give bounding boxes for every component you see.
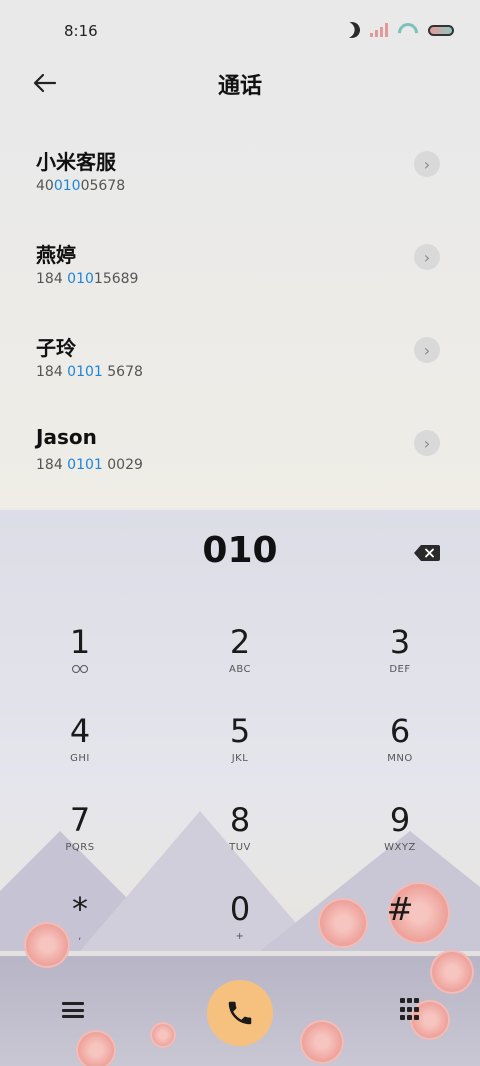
key-3[interactable]: 3 DEF [340, 622, 460, 702]
key-9[interactable]: 9 WXYZ [340, 800, 460, 880]
key-star[interactable]: * , [20, 889, 140, 969]
contact-detail-button[interactable]: › [414, 151, 440, 177]
key-6[interactable]: 6 MNO [340, 711, 460, 791]
status-time: 8:16 [64, 22, 98, 40]
contact-number: 184 01015689 [36, 271, 139, 287]
contact-name: 小米客服 [36, 150, 116, 174]
chevron-right-icon: › [423, 154, 431, 174]
key-1[interactable]: 1 [20, 622, 140, 702]
backspace-icon [414, 545, 440, 561]
status-icons [344, 22, 454, 38]
contact-detail-button[interactable]: › [414, 430, 440, 456]
contact-row-ziling[interactable]: 子玲 184 0101 5678 › [0, 304, 480, 394]
dialed-number: 010 [202, 530, 278, 571]
page-title: 通话 [217, 74, 262, 99]
contact-detail-button[interactable]: › [414, 244, 440, 270]
bottom-bar [0, 966, 480, 1066]
key-4[interactable]: 4 GHI [20, 711, 140, 791]
contact-name: 燕婷 [36, 243, 76, 267]
contact-row-jason[interactable]: Jason 184 0101 0029 › [0, 397, 480, 487]
call-button[interactable] [207, 980, 273, 1046]
contact-detail-button[interactable]: › [414, 337, 440, 363]
menu-icon[interactable] [62, 1002, 84, 1018]
dialer-panel: 010 1 2 ABC 3 DEF 4 GHI 5 JKL 6 MNO 7 PQ… [0, 510, 480, 1066]
contact-number: 4001005678 [36, 178, 126, 194]
signal-icon [370, 23, 388, 37]
chevron-right-icon: › [423, 340, 431, 360]
contact-number: 184 0101 5678 [36, 364, 143, 380]
header: 通话 [0, 62, 480, 106]
chevron-right-icon: › [423, 247, 431, 267]
battery-icon [428, 24, 454, 36]
key-2[interactable]: 2 ABC [180, 622, 300, 702]
chevron-right-icon: › [423, 433, 431, 453]
contact-number: 184 0101 0029 [36, 457, 143, 473]
keypad-icon[interactable] [400, 998, 419, 1022]
status-bar: 8:16 [0, 0, 480, 62]
backspace-button[interactable] [414, 545, 440, 561]
phone-icon [228, 1001, 252, 1025]
key-hash[interactable]: # [340, 889, 460, 969]
contact-results-list: 小米客服 4001005678 › 燕婷 184 01015689 › 子玲 1… [0, 118, 480, 508]
contact-name: 子玲 [36, 336, 76, 360]
contact-name: Jason [36, 425, 97, 449]
key-5[interactable]: 5 JKL [180, 711, 300, 791]
key-7[interactable]: 7 PQRS [20, 800, 140, 880]
key-0[interactable]: 0 + [180, 889, 300, 969]
key-8[interactable]: 8 TUV [180, 800, 300, 880]
contact-row-xiaomi[interactable]: 小米客服 4001005678 › [0, 118, 480, 208]
contact-row-yanting[interactable]: 燕婷 184 01015689 › [0, 211, 480, 301]
voicemail-icon [72, 665, 88, 673]
moon-icon [342, 20, 363, 41]
wifi-icon [398, 23, 418, 37]
